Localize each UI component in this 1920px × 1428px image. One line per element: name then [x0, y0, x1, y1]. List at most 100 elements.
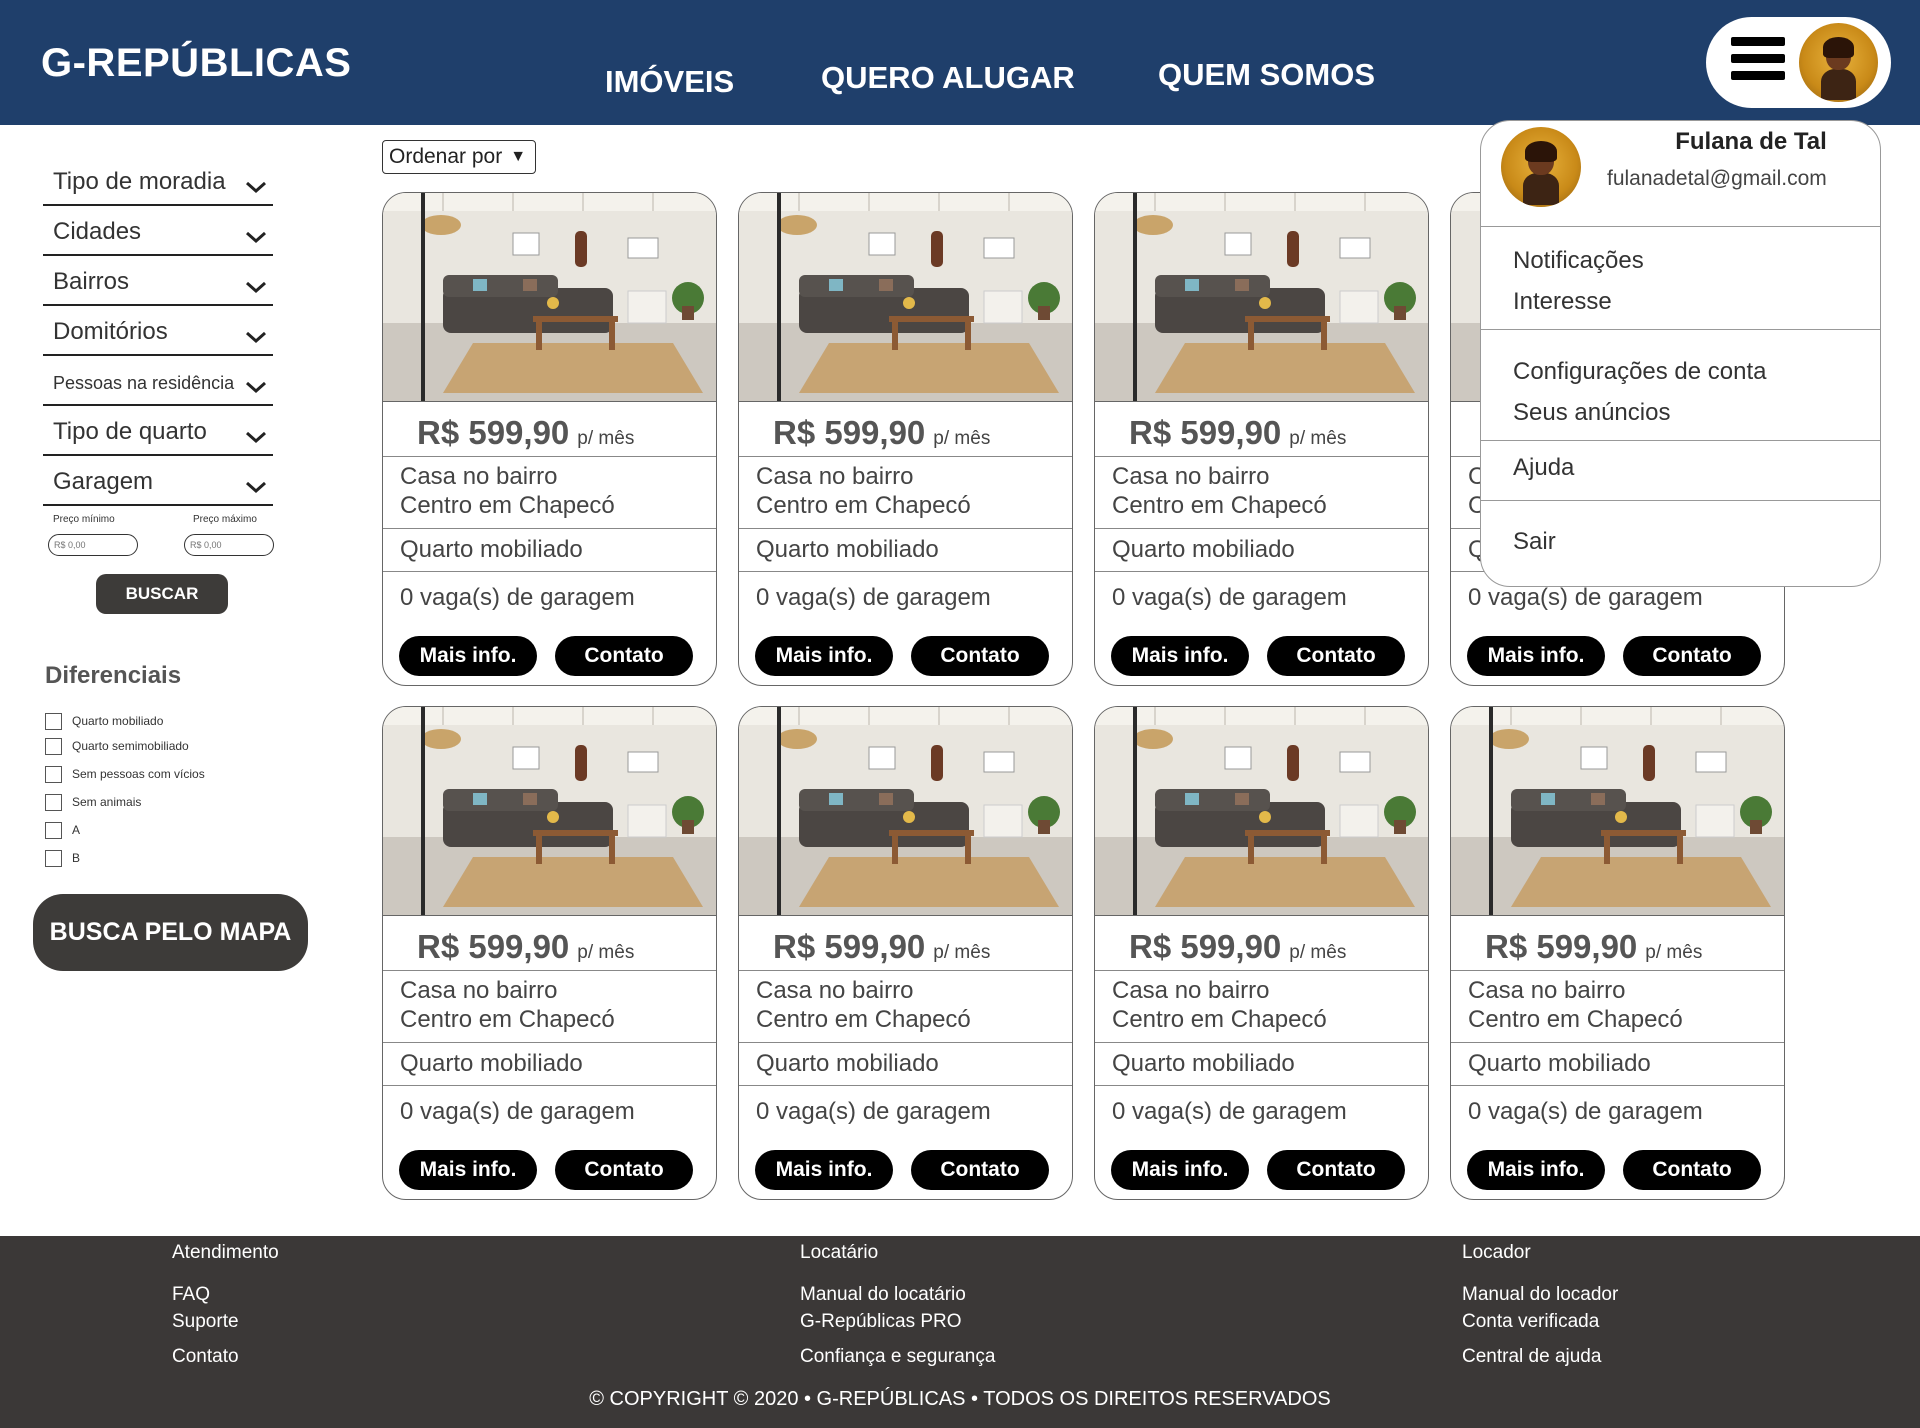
menu-item-seus-anuncios[interactable]: Seus anúncios [1513, 399, 1670, 427]
filter-tipo-de-quarto[interactable]: Tipo de quarto [43, 408, 273, 456]
checkbox-a[interactable]: A [45, 821, 80, 839]
description-row: Casa no bairro Centro em Chapecó [1451, 971, 1784, 1043]
checkbox-sem-animais[interactable]: Sem animais [45, 793, 141, 811]
footer-link[interactable]: Manual do locatário [800, 1284, 995, 1306]
footer-link[interactable]: Conta verificada [1462, 1311, 1618, 1333]
checkbox-box[interactable] [45, 737, 62, 755]
user-email: fulanadetal@gmail.com [1607, 167, 1827, 190]
contact-button[interactable]: Contato [911, 636, 1049, 676]
listing-card[interactable]: R$ 599,90 p/ mês Casa no bairro Centro em… [738, 192, 1073, 686]
footer-link[interactable]: FAQ [172, 1284, 279, 1306]
footer-link[interactable]: Central de ajuda [1462, 1346, 1618, 1368]
more-info-button[interactable]: Mais info. [1467, 1150, 1605, 1190]
menu-item-notificacoes[interactable]: Notificações [1513, 247, 1644, 275]
listing-room-type: Quarto mobiliado [400, 536, 583, 563]
listing-desc-line2: Centro em Chapecó [756, 492, 971, 519]
listing-photo[interactable] [1451, 707, 1784, 916]
listing-room-type: Quarto mobiliado [1468, 1050, 1651, 1077]
brand-logo-text[interactable]: G-REPÚBLICAS [41, 41, 351, 86]
listing-photo[interactable] [1095, 707, 1428, 916]
footer-link[interactable]: Suporte [172, 1311, 279, 1333]
checkbox-quarto-mobiliado[interactable]: Quarto mobiliado [45, 712, 163, 730]
listing-room-type: Quarto mobiliado [756, 536, 939, 563]
checkbox-quarto-semimobiliado[interactable]: Quarto semimobiliado [45, 737, 189, 755]
more-info-button[interactable]: Mais info. [1111, 1150, 1249, 1190]
listing-photo[interactable] [383, 193, 716, 402]
contact-button[interactable]: Contato [1267, 636, 1405, 676]
listing-desc-line1: Casa no bairro [400, 977, 558, 1004]
more-info-button[interactable]: Mais info. [1111, 636, 1249, 676]
checkbox-box[interactable] [45, 821, 62, 839]
contact-button[interactable]: Contato [1267, 1150, 1405, 1190]
filter-pessoas-na-residencia[interactable]: Pessoas na residência [43, 358, 273, 406]
filter-label: Tipo de moradia [53, 168, 226, 195]
description-row: Casa no bairro Centro em Chapecó [1095, 457, 1428, 529]
listing-garage: 0 vaga(s) de garagem [1112, 1098, 1347, 1125]
more-info-button[interactable]: Mais info. [755, 636, 893, 676]
price-min-input[interactable] [48, 534, 138, 556]
listing-price-wrap: R$ 599,90 p/ mês [1485, 928, 1702, 966]
user-dropdown-menu: Fulana de Tal fulanadetal@gmail.com Noti… [1480, 120, 1881, 587]
nav-link-quem-somos[interactable]: QUEM SOMOS [1158, 57, 1375, 93]
contact-button[interactable]: Contato [1623, 636, 1761, 676]
contact-button[interactable]: Contato [1623, 1150, 1761, 1190]
living-room-photo [1095, 193, 1428, 401]
price-max-input[interactable] [184, 534, 274, 556]
description-row: Casa no bairro Centro em Chapecó [383, 971, 716, 1043]
checkbox-b[interactable]: B [45, 849, 80, 867]
checkbox-box[interactable] [45, 849, 62, 867]
user-menu-toggle[interactable] [1706, 17, 1891, 108]
listing-photo[interactable] [1095, 193, 1428, 402]
filter-dormitorios[interactable]: Domitórios [43, 308, 273, 356]
listing-card[interactable]: R$ 599,90 p/ mês Casa no bairro Centro em… [382, 706, 717, 1200]
listing-price-wrap: R$ 599,90 p/ mês [773, 928, 990, 966]
user-avatar[interactable] [1799, 23, 1878, 102]
menu-item-ajuda[interactable]: Ajuda [1513, 454, 1574, 482]
menu-item-sair[interactable]: Sair [1513, 528, 1556, 556]
more-info-button[interactable]: Mais info. [399, 636, 537, 676]
footer-link[interactable]: G-Repúblicas PRO [800, 1311, 995, 1333]
sort-dropdown[interactable]: Ordenar por ▼ [382, 140, 536, 174]
listing-photo[interactable] [739, 193, 1072, 402]
more-info-button[interactable]: Mais info. [399, 1150, 537, 1190]
listing-photo[interactable] [739, 707, 1072, 916]
listing-room-type: Quarto mobiliado [1112, 536, 1295, 563]
map-search-button[interactable]: BUSCA PELO MAPA [33, 894, 308, 971]
listing-card[interactable]: R$ 599,90 p/ mês Casa no bairro Centro em… [1450, 706, 1785, 1200]
contact-button[interactable]: Contato [555, 1150, 693, 1190]
filter-garagem[interactable]: Garagem [43, 458, 273, 506]
filter-label: Domitórios [53, 318, 168, 345]
footer-link[interactable]: Manual do locador [1462, 1284, 1618, 1306]
listing-card[interactable]: R$ 599,90 p/ mês Casa no bairro Centro em… [382, 192, 717, 686]
listing-card[interactable]: R$ 599,90 p/ mês Casa no bairro Centro em… [1094, 706, 1429, 1200]
footer-link[interactable]: Confiança e segurança [800, 1346, 995, 1368]
checkbox-box[interactable] [45, 765, 62, 783]
footer-link[interactable]: Contato [172, 1346, 279, 1368]
more-info-button[interactable]: Mais info. [1467, 636, 1605, 676]
nav-link-imoveis[interactable]: IMÓVEIS [605, 64, 734, 100]
listing-desc-line2: Centro em Chapecó [1468, 1006, 1683, 1033]
hamburger-menu-icon[interactable] [1731, 37, 1785, 87]
listing-price: R$ 599,90 [417, 928, 570, 965]
more-info-button[interactable]: Mais info. [755, 1150, 893, 1190]
menu-item-interesse[interactable]: Interesse [1513, 288, 1612, 316]
room-row: Quarto mobiliado [739, 529, 1072, 572]
menu-item-configuracoes[interactable]: Configurações de conta [1513, 358, 1767, 386]
listing-desc-line1: Casa no bairro [756, 463, 914, 490]
filter-label: Pessoas na residência [53, 373, 235, 393]
filter-tipo-de-moradia[interactable]: Tipo de moradia [43, 158, 273, 206]
checkbox-sem-pessoas-com-vicios[interactable]: Sem pessoas com vícios [45, 765, 205, 783]
nav-link-quero-alugar[interactable]: QUERO ALUGAR [821, 60, 1075, 96]
contact-button[interactable]: Contato [911, 1150, 1049, 1190]
filter-cidades[interactable]: Cidades [43, 208, 273, 256]
contact-button[interactable]: Contato [555, 636, 693, 676]
search-button[interactable]: BUSCAR [96, 574, 228, 614]
checkbox-box[interactable] [45, 712, 62, 730]
checkbox-box[interactable] [45, 793, 62, 811]
checkbox-label: Sem pessoas com vícios [72, 767, 205, 781]
listing-card[interactable]: R$ 599,90 p/ mês Casa no bairro Centro em… [1094, 192, 1429, 686]
listing-card[interactable]: R$ 599,90 p/ mês Casa no bairro Centro em… [738, 706, 1073, 1200]
listing-price: R$ 599,90 [1485, 928, 1638, 965]
listing-photo[interactable] [383, 707, 716, 916]
filter-bairros[interactable]: Bairros [43, 258, 273, 306]
